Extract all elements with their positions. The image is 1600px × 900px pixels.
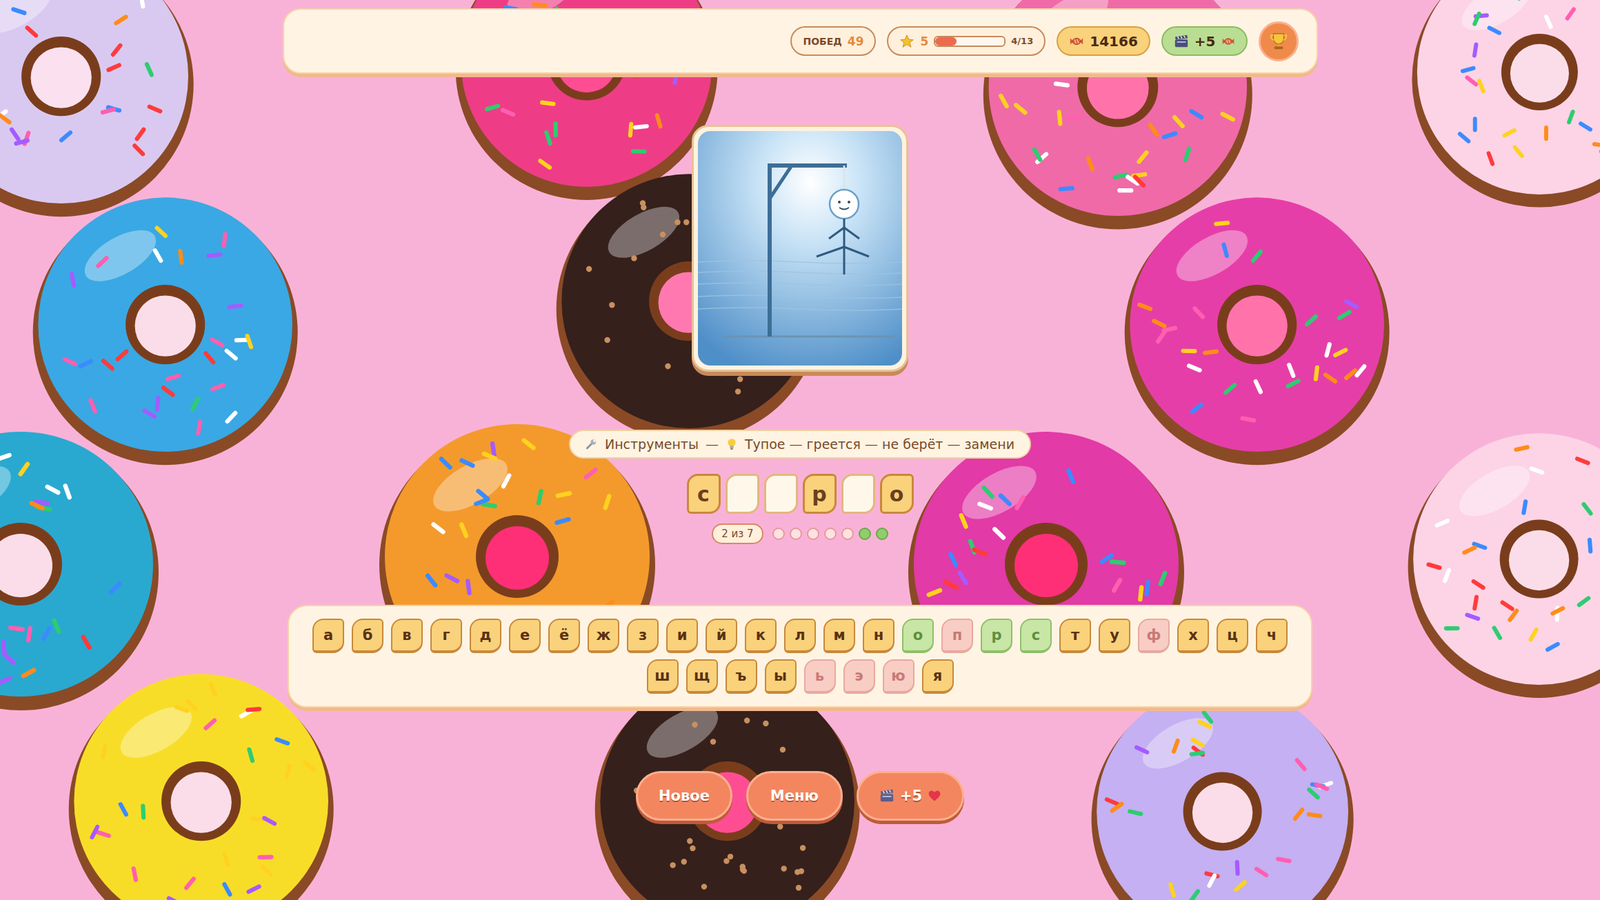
game-screen: ПОБЕД49 54/13 14166 +5 Инструменты—Тупое — г…: [0, 0, 1600, 900]
attempts-progress: 2 из 7: [711, 523, 888, 545]
attempt-dot: [875, 527, 889, 540]
donut-icon: [27, 186, 303, 471]
letter-key[interactable]: в: [391, 618, 423, 654]
letter-key[interactable]: я: [922, 659, 954, 694]
letter-key[interactable]: и: [666, 618, 698, 654]
letter-key[interactable]: т: [1059, 618, 1092, 654]
letter-key[interactable]: н: [862, 618, 895, 654]
candy-balance: 14166: [1056, 26, 1151, 56]
trophy-button[interactable]: [1258, 21, 1299, 62]
letter-key[interactable]: о: [902, 618, 934, 654]
candy-icon: [1221, 34, 1236, 49]
donut-icon: [0, 0, 200, 223]
letter-key[interactable]: ф: [1137, 618, 1170, 654]
keyboard-row: шщъыьэюя: [646, 659, 954, 694]
top-bar: ПОБЕД49 54/13 14166 +5: [282, 8, 1318, 74]
candy-icon: [1068, 33, 1085, 49]
letter-slot: р: [802, 473, 837, 514]
letter-slot: с: [686, 473, 721, 514]
letter-key[interactable]: п: [941, 618, 974, 654]
xp-bar: [933, 35, 1006, 47]
letter-key[interactable]: ё: [548, 618, 580, 654]
donut-icon: [1119, 186, 1395, 471]
wins-counter: ПОБЕД49: [790, 26, 876, 56]
hint-text: Тупое — греется — не берёт — замени: [744, 436, 1015, 452]
letter-slot: о: [880, 473, 914, 514]
letter-key[interactable]: ч: [1255, 618, 1288, 654]
hangman-picture: [697, 131, 903, 366]
attempt-dot: [824, 527, 837, 540]
star-icon: [899, 33, 915, 49]
letter-slot: [764, 473, 798, 514]
letter-key[interactable]: е: [508, 618, 541, 654]
letter-slot: [841, 473, 876, 514]
reward-button[interactable]: +5: [856, 771, 965, 821]
letter-key[interactable]: к: [744, 618, 777, 654]
letter-keyboard: абвгдеёжзийклмнопрстуфхцч шщъыьэюя: [287, 604, 1313, 708]
letter-key[interactable]: м: [823, 618, 856, 654]
donut-icon: [1402, 422, 1600, 704]
letter-key[interactable]: х: [1177, 618, 1209, 654]
bulb-icon: [725, 437, 738, 452]
letter-key[interactable]: ш: [646, 659, 679, 694]
attempts-counter: 2 из 7: [711, 523, 763, 545]
letter-key[interactable]: а: [312, 618, 345, 654]
heart-icon: [927, 788, 942, 803]
letter-key[interactable]: э: [843, 659, 876, 694]
letter-key[interactable]: ы: [764, 659, 797, 694]
letter-key[interactable]: у: [1098, 618, 1131, 654]
action-buttons: Новое Меню +5: [635, 771, 965, 821]
attempt-dot: [858, 527, 872, 540]
keyboard-row: абвгдеёжзийклмнопрстуфхцч: [312, 618, 1288, 654]
letter-key[interactable]: з: [626, 618, 659, 654]
letter-key[interactable]: д: [469, 618, 502, 654]
letter-slot: [725, 473, 760, 514]
trophy-icon: [1268, 31, 1289, 52]
film-icon: [1173, 33, 1189, 49]
donut-icon: [0, 420, 165, 716]
watch-ad-reward[interactable]: +5: [1161, 26, 1248, 56]
letter-key[interactable]: г: [430, 618, 463, 654]
letter-key[interactable]: щ: [686, 659, 718, 694]
film-icon: [879, 788, 895, 804]
letter-key[interactable]: б: [351, 618, 384, 654]
attempt-dot: [841, 527, 854, 540]
letter-key[interactable]: ь: [804, 659, 836, 694]
letter-key[interactable]: й: [705, 618, 738, 654]
letter-key[interactable]: ю: [882, 659, 915, 694]
attempt-dot: [772, 527, 785, 540]
letter-key[interactable]: ж: [587, 618, 620, 654]
letter-key[interactable]: л: [784, 618, 816, 654]
letter-key[interactable]: ц: [1216, 618, 1249, 654]
action-button[interactable]: Новое: [635, 771, 733, 821]
attempt-dot: [789, 527, 803, 540]
hangman-card: [691, 124, 909, 372]
hint-bar: Инструменты—Тупое — греется — не берёт —…: [568, 429, 1032, 459]
donut-icon: [1406, 0, 1600, 213]
attempt-dot: [806, 527, 820, 540]
donut-icon: [1086, 675, 1359, 900]
game-content: ПОБЕД49 54/13 14166 +5 Инструменты—Тупое — г…: [0, 0, 1600, 821]
letter-key[interactable]: с: [1020, 618, 1052, 654]
level-progress: 54/13: [886, 26, 1046, 56]
action-button[interactable]: Меню: [746, 771, 843, 821]
wrench-icon: [585, 437, 598, 451]
hint-category: Инструменты: [604, 436, 699, 452]
word-slots: сро: [686, 473, 914, 514]
letter-key[interactable]: ъ: [725, 659, 758, 694]
letter-key[interactable]: р: [980, 618, 1013, 654]
